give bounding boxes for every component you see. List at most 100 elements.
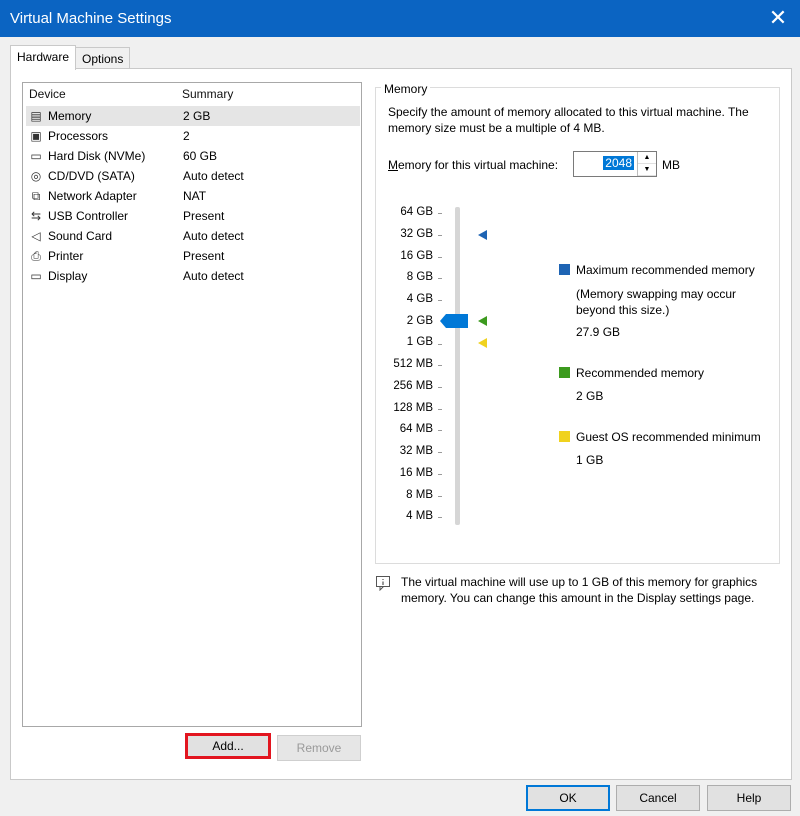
- guest-minimum-swatch: [559, 431, 570, 442]
- device-summary: Auto detect: [183, 169, 244, 183]
- add-button[interactable]: Add...: [185, 733, 271, 759]
- tab-options[interactable]: Options: [75, 47, 131, 70]
- device-row-hard-disk[interactable]: ▭ Hard Disk (NVMe) 60 GB: [26, 146, 360, 166]
- hard-disk-icon: ▭: [30, 149, 42, 163]
- slider-tick-label: 8 GB: [406, 271, 433, 283]
- device-name: Memory: [48, 109, 92, 123]
- slider-tick-label: 2 GB: [406, 315, 433, 327]
- graphics-memory-note: The virtual machine will use up to 1 GB …: [401, 575, 758, 605]
- device-summary: Present: [183, 209, 225, 223]
- device-name: Hard Disk (NVMe): [48, 149, 146, 163]
- slider-tick-label: 32 MB: [399, 445, 433, 457]
- slider-tick-label: 32 GB: [400, 228, 433, 240]
- device-summary: Present: [183, 249, 225, 263]
- device-name: Sound Card: [48, 229, 113, 243]
- info-icon: [376, 576, 390, 591]
- max-recommended-value: 27.9 GB: [576, 325, 621, 339]
- monitor-icon: ▭: [30, 269, 42, 283]
- slider-tickmark: [438, 257, 442, 258]
- guest-minimum-title: Guest OS recommended minimum: [576, 430, 761, 444]
- memory-icon: ▤: [30, 109, 42, 123]
- slider-tick-label: 4 GB: [406, 293, 433, 305]
- device-summary: NAT: [183, 189, 207, 203]
- slider-tickmark: [438, 344, 442, 345]
- memory-description: Specify the amount of memory allocated t…: [388, 105, 749, 135]
- help-button[interactable]: Help: [707, 785, 791, 811]
- device-row-memory[interactable]: ▤ Memory 2 GB: [26, 106, 360, 126]
- slider-tickmark: [438, 496, 442, 497]
- slider-tickmark: [438, 278, 442, 279]
- slider-tick-label: 8 MB: [406, 489, 433, 501]
- slider-tickmark: [438, 517, 442, 518]
- device-name: CD/DVD (SATA): [48, 169, 135, 183]
- guest-minimum-marker-icon: [478, 338, 487, 348]
- max-recommended-note: (Memory swapping may occur beyond this s…: [576, 287, 737, 317]
- slider-tick-label: 64 GB: [400, 206, 433, 218]
- processor-icon: ▣: [30, 129, 42, 143]
- remove-button[interactable]: Remove: [277, 735, 361, 761]
- network-adapter-icon: ⧉: [31, 189, 41, 203]
- memory-field-label: Memory for this virtual machine:: [388, 158, 558, 172]
- max-recommended-swatch: [559, 264, 570, 275]
- device-list[interactable]: Device Summary ▤ Memory 2 GB ▣ Processor…: [22, 82, 362, 727]
- speaker-icon: ◁: [31, 229, 41, 243]
- slider-tickmark: [438, 300, 442, 301]
- recommended-marker-icon: [478, 316, 487, 326]
- device-row-display[interactable]: ▭ Display Auto detect: [26, 266, 360, 286]
- slider-tick-label: 128 MB: [393, 402, 433, 414]
- max-recommended-title: Maximum recommended memory: [576, 263, 755, 277]
- device-name: Processors: [48, 129, 109, 143]
- slider-tick-label: 512 MB: [393, 358, 433, 370]
- accelerator-key: M: [388, 158, 398, 172]
- device-name: Display: [48, 269, 88, 283]
- spin-up-icon[interactable]: ▲: [638, 152, 656, 164]
- column-header-summary: Summary: [182, 87, 234, 101]
- slider-tickmark: [438, 409, 442, 410]
- device-name: Network Adapter: [48, 189, 137, 203]
- memory-spinbox[interactable]: 2048 ▲ ▼: [573, 151, 657, 177]
- device-summary: Auto detect: [183, 269, 244, 283]
- device-name: USB Controller: [48, 209, 129, 223]
- memory-slider-track[interactable]: [455, 207, 460, 525]
- device-summary: 2 GB: [183, 109, 211, 123]
- memory-value-input[interactable]: 2048: [603, 156, 634, 170]
- device-name: Printer: [48, 249, 84, 263]
- max-recommended-marker-icon: [478, 230, 487, 240]
- slider-tickmark: [438, 474, 442, 475]
- slider-tick-label: 64 MB: [399, 423, 433, 435]
- device-row-usb-controller[interactable]: ⇆ USB Controller Present: [26, 206, 360, 226]
- recommended-swatch: [559, 367, 570, 378]
- column-header-device: Device: [29, 87, 66, 101]
- device-row-processors[interactable]: ▣ Processors 2: [26, 126, 360, 146]
- memory-group-label: Memory: [381, 82, 431, 96]
- spin-down-icon[interactable]: ▼: [638, 164, 656, 176]
- device-row-printer[interactable]: ⎙ Printer Present: [26, 246, 360, 266]
- cancel-button[interactable]: Cancel: [616, 785, 700, 811]
- device-row-network-adapter[interactable]: ⧉ Network Adapter NAT: [26, 186, 360, 206]
- slider-tickmark: [438, 430, 442, 431]
- device-row-sound-card[interactable]: ◁ Sound Card Auto detect: [26, 226, 360, 246]
- device-summary: 2: [183, 129, 190, 143]
- slider-tickmark: [438, 452, 442, 453]
- ok-button[interactable]: OK: [526, 785, 610, 811]
- memory-slider-thumb[interactable]: [440, 314, 468, 328]
- device-summary: 60 GB: [183, 149, 218, 163]
- device-row-cd-dvd[interactable]: ◎ CD/DVD (SATA) Auto detect: [26, 166, 360, 186]
- tab-hardware[interactable]: Hardware: [10, 45, 77, 70]
- slider-tickmark: [438, 235, 442, 236]
- memory-unit: MB: [662, 158, 680, 172]
- spin-buttons: ▲ ▼: [637, 152, 656, 176]
- device-summary: Auto detect: [183, 229, 244, 243]
- slider-tick-label: 16 GB: [400, 250, 433, 262]
- slider-tick-label: 256 MB: [393, 380, 433, 392]
- recommended-title: Recommended memory: [576, 366, 705, 380]
- memory-field-label-text: emory for this virtual machine:: [398, 158, 559, 172]
- cd-dvd-icon: ◎: [30, 169, 42, 183]
- slider-tick-label: 1 GB: [406, 336, 433, 348]
- slider-tick-label: 16 MB: [399, 467, 433, 479]
- printer-icon: ⎙: [31, 249, 41, 263]
- guest-minimum-value: 1 GB: [576, 453, 604, 467]
- usb-icon: ⇆: [30, 209, 42, 223]
- close-icon[interactable]: ✕: [764, 4, 792, 32]
- title-bar: Virtual Machine Settings ✕: [0, 0, 800, 37]
